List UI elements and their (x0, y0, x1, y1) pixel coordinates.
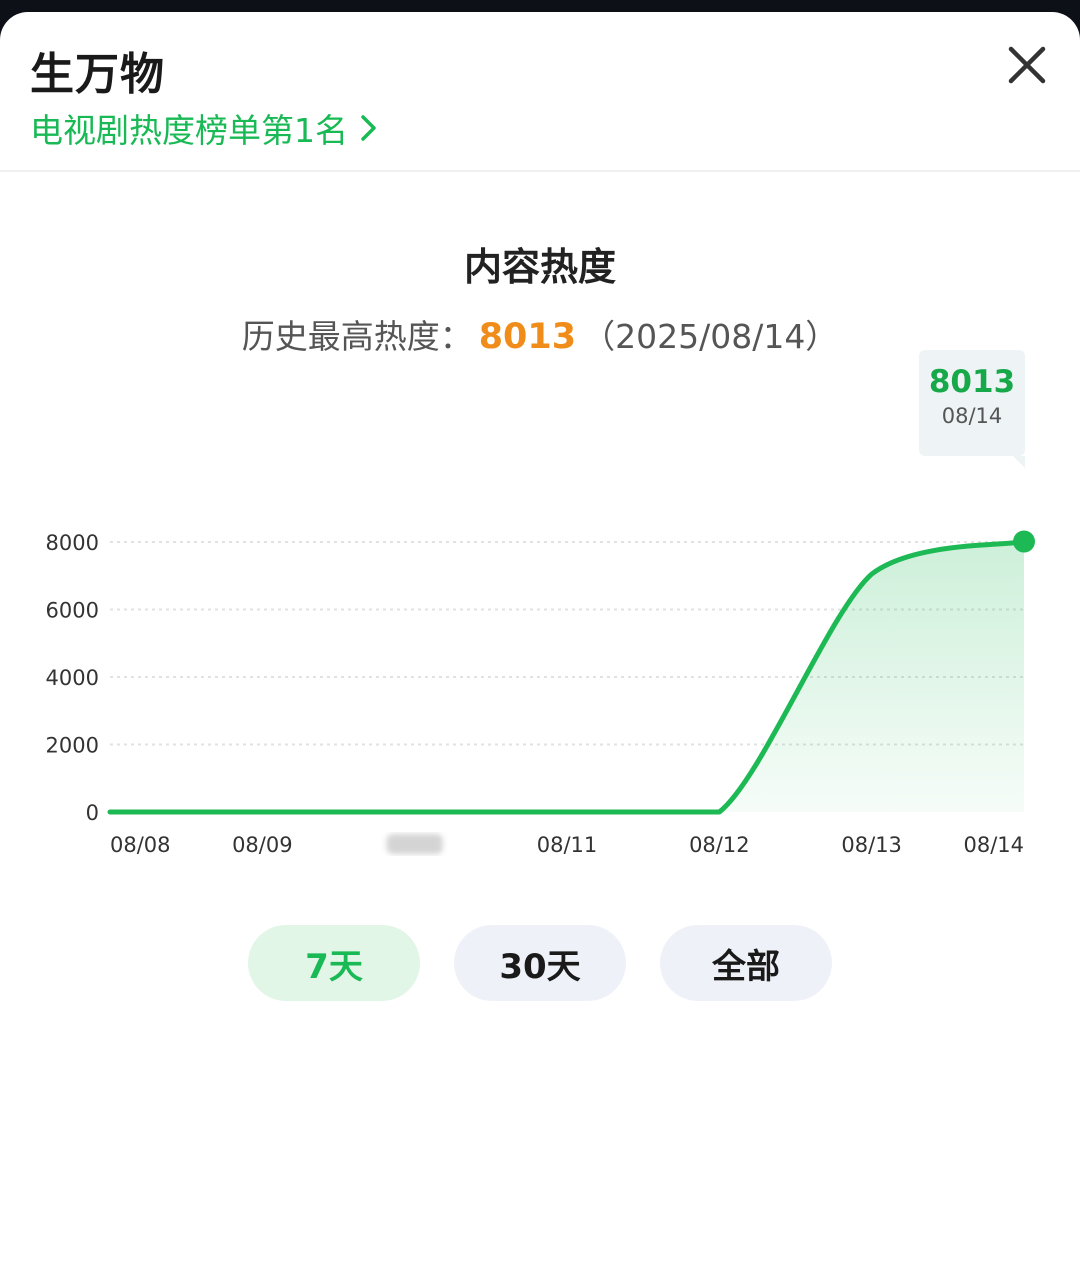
rank-link[interactable]: 电视剧热度榜单第1名 (30, 104, 380, 152)
y-tick-label: 4000 (46, 666, 99, 690)
section-title: 内容热度 (463, 245, 616, 289)
history-peak-line: 历史最高热度： 8013 （2025/08/14） (0, 310, 1080, 358)
rank-text: 电视剧热度榜单第1名 (30, 111, 348, 150)
history-label: 历史最高热度： (241, 317, 473, 356)
x-tick-label-blurred (386, 834, 443, 854)
x-tick-label: 08/13 (841, 833, 902, 857)
range-7-days-button[interactable]: 7天 (248, 925, 420, 1001)
x-tick-label: 08/08 (110, 833, 171, 857)
tooltip-value: 8013 (928, 364, 1016, 400)
data-point-highlight (1013, 530, 1035, 553)
y-tick-label: 2000 (46, 734, 99, 758)
y-tick-label: 8000 (46, 531, 99, 555)
heat-line-chart: 0 2000 4000 6000 8000 08/08 08/09 08/11 08/12 08… (46, 497, 1035, 857)
tooltip-date: 08/14 (941, 404, 1003, 428)
drama-title: 生万物 (30, 49, 165, 100)
range-all-button[interactable]: 全部 (660, 925, 832, 1001)
popup-sheet: 生万物 电视剧热度榜单第1名 内容热度 历史最高热度： 8013 （2025/08/… (0, 12, 1080, 1267)
chevron-right-icon (361, 115, 376, 141)
x-tick-label: 08/11 (537, 833, 598, 857)
y-tick-label: 6000 (46, 599, 99, 623)
x-tick-label: 08/14 (963, 833, 1024, 857)
history-peak-value: 8013 (478, 317, 577, 357)
chart-tooltip: 8013 08/14 (919, 350, 1025, 468)
y-tick-label: 0 (86, 801, 99, 825)
history-date: （2025/08/14） (582, 317, 839, 356)
close-icon[interactable] (1004, 42, 1050, 88)
range-30-days-button[interactable]: 30天 (454, 925, 626, 1001)
x-tick-label: 08/09 (232, 833, 293, 857)
header: 生万物 电视剧热度榜单第1名 (0, 12, 1080, 172)
x-tick-label: 08/12 (689, 833, 750, 857)
